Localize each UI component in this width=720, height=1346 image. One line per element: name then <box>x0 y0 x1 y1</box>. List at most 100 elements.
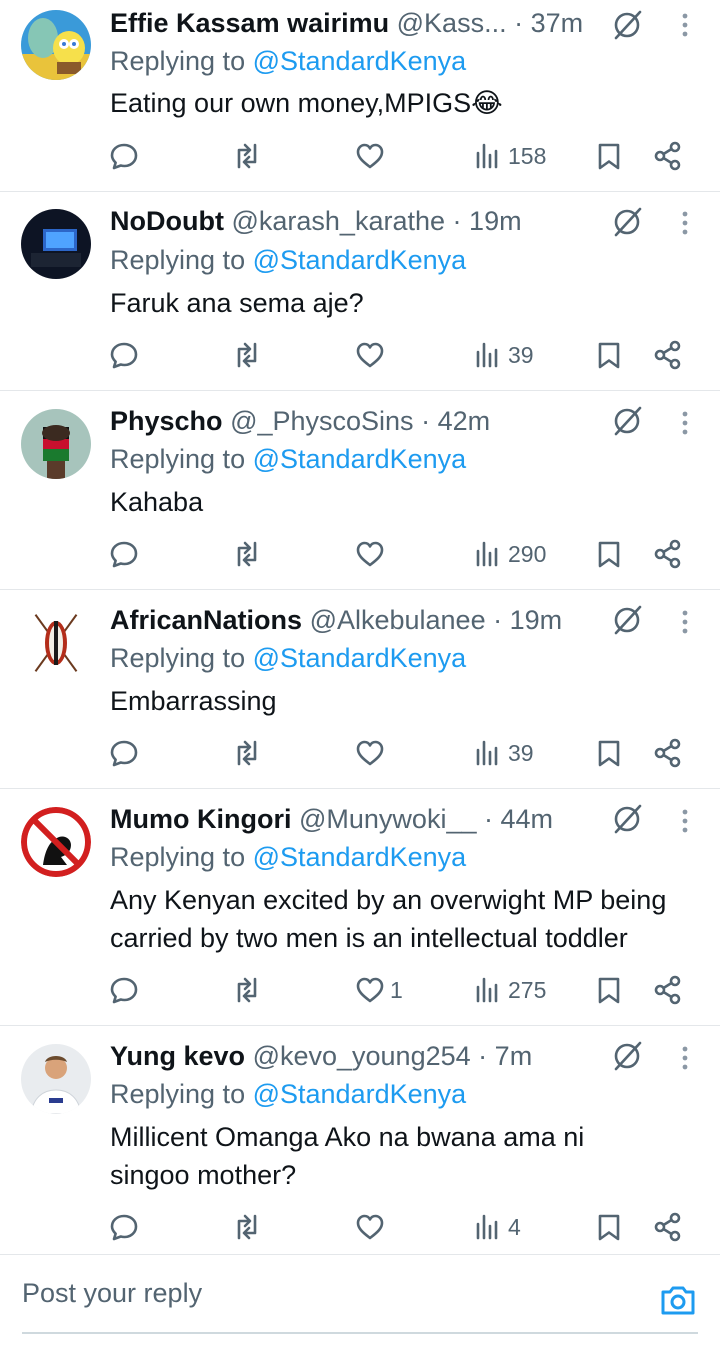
avatar[interactable] <box>21 1044 91 1114</box>
share-button[interactable] <box>652 335 684 375</box>
display-name[interactable]: NoDoubt <box>110 206 224 236</box>
user-handle[interactable]: @Munywoki__ <box>299 804 476 834</box>
repost-button[interactable] <box>231 335 263 375</box>
repost-icon <box>237 541 257 567</box>
separator-dot: · <box>421 406 431 436</box>
views-button[interactable]: 39 <box>472 335 534 375</box>
heart-icon <box>356 541 384 567</box>
reply-input[interactable]: Post your reply <box>22 1278 202 1309</box>
repost-button[interactable] <box>231 1207 263 1247</box>
more-options-icon[interactable] <box>670 406 700 440</box>
views-button[interactable]: 275 <box>472 970 546 1010</box>
timestamp[interactable]: 19m <box>510 605 563 635</box>
tweet-text: Kahaba <box>110 487 204 517</box>
avatar[interactable] <box>21 608 91 678</box>
avatar[interactable] <box>21 807 91 877</box>
mention-link[interactable]: @StandardKenya <box>253 444 467 474</box>
grok-icon[interactable] <box>610 802 644 836</box>
like-button[interactable] <box>354 136 390 176</box>
mention-link[interactable]: @StandardKenya <box>253 245 467 275</box>
like-button[interactable] <box>354 534 390 574</box>
repost-button[interactable] <box>231 136 263 176</box>
more-options-icon[interactable] <box>670 1041 700 1075</box>
grok-icon[interactable] <box>610 205 644 239</box>
reply-button[interactable] <box>108 1207 140 1247</box>
display-name[interactable]: AfricanNations <box>110 605 302 635</box>
avatar[interactable] <box>21 409 91 479</box>
user-handle[interactable]: @_PhyscoSins <box>230 406 414 436</box>
timestamp[interactable]: 19m <box>469 206 522 236</box>
reply-tweet[interactable]: AfricanNations @Alkebulanee · 19m Replyi… <box>0 590 720 789</box>
more-options-icon[interactable] <box>670 206 700 240</box>
action-bar: 4 <box>0 1207 720 1247</box>
display-name[interactable]: Yung kevo <box>110 1041 245 1071</box>
views-button[interactable]: 158 <box>472 136 546 176</box>
grok-icon[interactable] <box>610 1039 644 1073</box>
bookmark-button[interactable] <box>593 335 625 375</box>
display-name[interactable]: Mumo Kingori <box>110 804 291 834</box>
reply-button[interactable] <box>108 335 140 375</box>
views-icon <box>476 143 498 169</box>
timestamp[interactable]: 7m <box>495 1041 533 1071</box>
share-button[interactable] <box>652 534 684 574</box>
mention-link[interactable]: @StandardKenya <box>253 46 467 76</box>
replying-to-label: Replying to <box>110 842 246 872</box>
views-button[interactable]: 4 <box>472 1207 521 1247</box>
bookmark-icon <box>598 342 620 369</box>
reply-tweet[interactable]: NoDoubt @karash_karathe · 19m Replying t… <box>0 192 720 391</box>
replying-to: Replying to @StandardKenya <box>110 639 466 677</box>
reply-tweet[interactable]: Mumo Kingori @Munywoki__ · 44m Replying … <box>0 789 720 1026</box>
reply-button[interactable] <box>108 970 140 1010</box>
reply-tweet[interactable]: Effie Kassam wairimu @Kass... · 37m Repl… <box>0 0 720 192</box>
bookmark-button[interactable] <box>593 136 625 176</box>
timestamp[interactable]: 42m <box>438 406 491 436</box>
repost-button[interactable] <box>231 733 263 773</box>
grok-icon[interactable] <box>610 8 644 42</box>
avatar[interactable] <box>21 209 91 279</box>
like-button[interactable] <box>354 335 390 375</box>
reply-tweet[interactable]: Physcho @_PhyscoSins · 42m Replying to @… <box>0 391 720 590</box>
views-icon <box>476 740 498 766</box>
share-button[interactable] <box>652 733 684 773</box>
views-icon <box>476 541 498 567</box>
avatar[interactable] <box>21 10 91 80</box>
user-handle[interactable]: @Kass... <box>397 8 507 38</box>
mention-link[interactable]: @StandardKenya <box>253 1079 467 1109</box>
mention-link[interactable]: @StandardKenya <box>253 842 467 872</box>
separator-dot: · <box>478 1041 488 1071</box>
repost-button[interactable] <box>231 534 263 574</box>
more-options-icon[interactable] <box>670 605 700 639</box>
views-button[interactable]: 290 <box>472 534 546 574</box>
reply-button[interactable] <box>108 534 140 574</box>
like-button[interactable] <box>354 733 390 773</box>
reply-button[interactable] <box>108 136 140 176</box>
display-name[interactable]: Effie Kassam wairimu <box>110 8 389 38</box>
display-name[interactable]: Physcho <box>110 406 223 436</box>
bookmark-button[interactable] <box>593 970 625 1010</box>
more-options-icon[interactable] <box>670 8 700 42</box>
camera-icon[interactable] <box>658 1280 698 1320</box>
repost-button[interactable] <box>231 970 263 1010</box>
timestamp[interactable]: 44m <box>501 804 554 834</box>
share-button[interactable] <box>652 970 684 1010</box>
user-handle[interactable]: @karash_karathe <box>231 206 445 236</box>
mention-link[interactable]: @StandardKenya <box>253 643 467 673</box>
user-handle[interactable]: @Alkebulanee <box>310 605 486 635</box>
bookmark-button[interactable] <box>593 733 625 773</box>
timestamp[interactable]: 37m <box>531 8 584 38</box>
grok-icon[interactable] <box>610 404 644 438</box>
reply-button[interactable] <box>108 733 140 773</box>
share-button[interactable] <box>652 1207 684 1247</box>
reply-tweet[interactable]: Yung kevo @kevo_young254 · 7m Replying t… <box>0 1026 720 1255</box>
like-button[interactable] <box>354 1207 390 1247</box>
more-options-icon[interactable] <box>670 804 700 838</box>
user-handle[interactable]: @kevo_young254 <box>253 1041 471 1071</box>
grok-icon[interactable] <box>610 603 644 637</box>
bookmark-button[interactable] <box>593 534 625 574</box>
bookmark-button[interactable] <box>593 1207 625 1247</box>
separator-dot: · <box>484 804 493 834</box>
views-button[interactable]: 39 <box>472 733 534 773</box>
like-button[interactable]: 1 <box>354 970 403 1010</box>
bookmark-icon <box>598 740 620 767</box>
share-button[interactable] <box>652 136 684 176</box>
